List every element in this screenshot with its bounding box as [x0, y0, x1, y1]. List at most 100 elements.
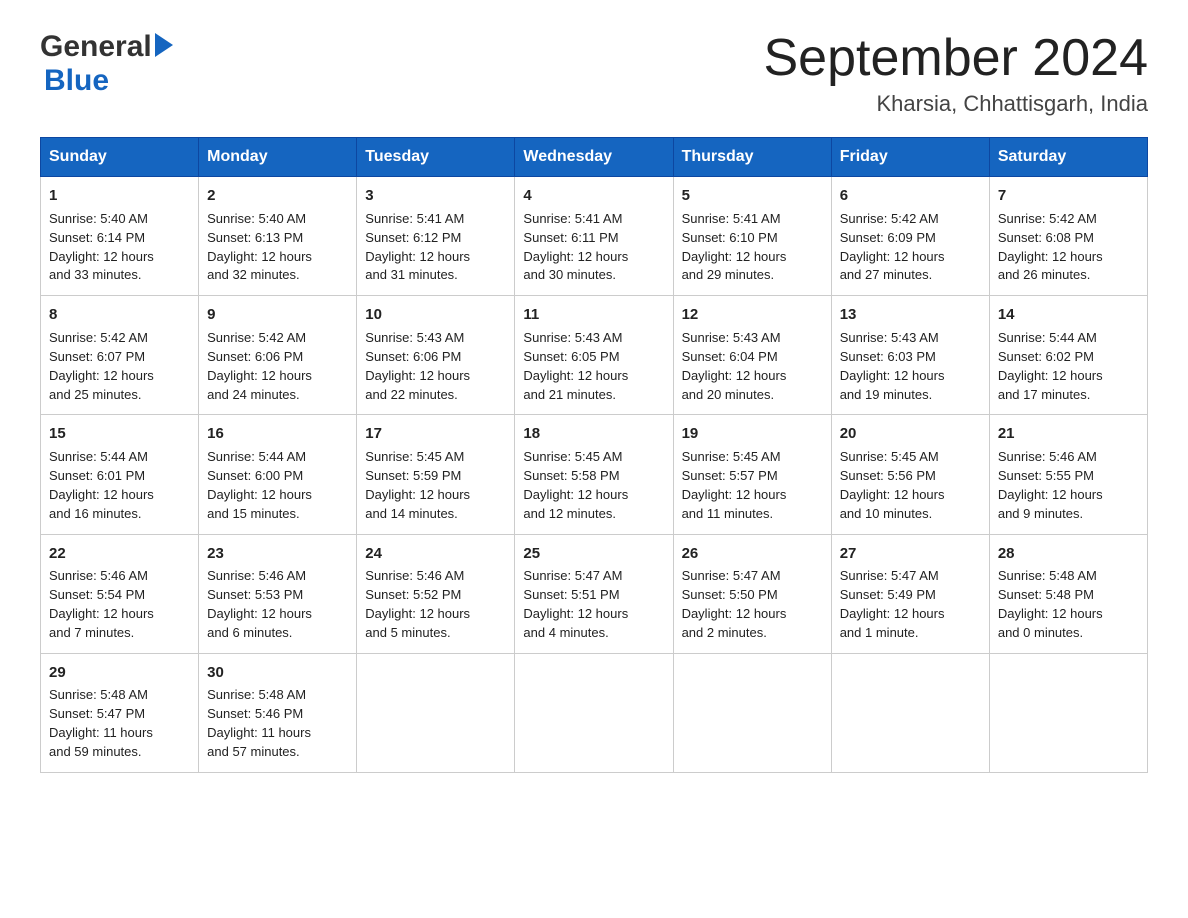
day-number: 27 [840, 543, 981, 565]
sunset-label: Sunset: 6:02 PM [998, 349, 1094, 364]
calendar-cell: 17Sunrise: 5:45 AMSunset: 5:59 PMDayligh… [357, 415, 515, 534]
calendar-cell [831, 653, 989, 772]
daylight-value: and 22 minutes. [365, 387, 458, 402]
sunset-label: Sunset: 6:01 PM [49, 468, 145, 483]
calendar-cell: 12Sunrise: 5:43 AMSunset: 6:04 PMDayligh… [673, 296, 831, 415]
daylight-label: Daylight: 12 hours [682, 249, 787, 264]
daylight-value: and 21 minutes. [523, 387, 616, 402]
sunrise-label: Sunrise: 5:48 AM [998, 568, 1097, 583]
daylight-value: and 15 minutes. [207, 506, 300, 521]
sunset-label: Sunset: 6:05 PM [523, 349, 619, 364]
daylight-value: and 0 minutes. [998, 625, 1083, 640]
daylight-value: and 14 minutes. [365, 506, 458, 521]
calendar-cell [357, 653, 515, 772]
daylight-value: and 6 minutes. [207, 625, 292, 640]
calendar-cell: 7Sunrise: 5:42 AMSunset: 6:08 PMDaylight… [989, 177, 1147, 296]
sunrise-label: Sunrise: 5:48 AM [207, 687, 306, 702]
sunset-label: Sunset: 6:11 PM [523, 230, 618, 245]
logo-arrow-icon [155, 33, 173, 57]
day-number: 16 [207, 423, 348, 445]
sunrise-label: Sunrise: 5:48 AM [49, 687, 148, 702]
daylight-label: Daylight: 12 hours [682, 368, 787, 383]
calendar-cell: 13Sunrise: 5:43 AMSunset: 6:03 PMDayligh… [831, 296, 989, 415]
sunrise-label: Sunrise: 5:42 AM [49, 330, 148, 345]
daylight-label: Daylight: 12 hours [49, 249, 154, 264]
page-header: General Blue September 2024 Kharsia, Chh… [40, 30, 1148, 117]
location-subtitle: Kharsia, Chhattisgarh, India [764, 91, 1149, 117]
sunrise-label: Sunrise: 5:40 AM [207, 211, 306, 226]
daylight-label: Daylight: 12 hours [523, 368, 628, 383]
day-number: 26 [682, 543, 823, 565]
daylight-value: and 31 minutes. [365, 267, 458, 282]
daylight-value: and 7 minutes. [49, 625, 134, 640]
calendar-cell: 21Sunrise: 5:46 AMSunset: 5:55 PMDayligh… [989, 415, 1147, 534]
logo-blue-text: Blue [44, 64, 109, 97]
calendar-week-row: 29Sunrise: 5:48 AMSunset: 5:47 PMDayligh… [41, 653, 1148, 772]
daylight-label: Daylight: 12 hours [840, 368, 945, 383]
daylight-label: Daylight: 12 hours [207, 249, 312, 264]
daylight-label: Daylight: 12 hours [49, 368, 154, 383]
daylight-value: and 25 minutes. [49, 387, 142, 402]
calendar-cell: 9Sunrise: 5:42 AMSunset: 6:06 PMDaylight… [199, 296, 357, 415]
calendar-cell: 23Sunrise: 5:46 AMSunset: 5:53 PMDayligh… [199, 534, 357, 653]
day-number: 1 [49, 185, 190, 207]
calendar-cell: 15Sunrise: 5:44 AMSunset: 6:01 PMDayligh… [41, 415, 199, 534]
daylight-value: and 12 minutes. [523, 506, 616, 521]
day-number: 30 [207, 662, 348, 684]
sunrise-label: Sunrise: 5:45 AM [523, 449, 622, 464]
daylight-value: and 59 minutes. [49, 744, 142, 759]
daylight-label: Daylight: 12 hours [523, 487, 628, 502]
sunset-label: Sunset: 5:46 PM [207, 706, 303, 721]
day-number: 11 [523, 304, 664, 326]
daylight-label: Daylight: 12 hours [682, 606, 787, 621]
weekday-header-tuesday: Tuesday [357, 138, 515, 177]
daylight-value: and 4 minutes. [523, 625, 608, 640]
sunset-label: Sunset: 5:48 PM [998, 587, 1094, 602]
day-number: 6 [840, 185, 981, 207]
sunrise-label: Sunrise: 5:46 AM [207, 568, 306, 583]
day-number: 8 [49, 304, 190, 326]
sunset-label: Sunset: 5:53 PM [207, 587, 303, 602]
day-number: 25 [523, 543, 664, 565]
day-number: 17 [365, 423, 506, 445]
daylight-value: and 19 minutes. [840, 387, 933, 402]
calendar-cell [515, 653, 673, 772]
sunrise-label: Sunrise: 5:41 AM [682, 211, 781, 226]
month-year-title: September 2024 [764, 30, 1149, 87]
sunrise-label: Sunrise: 5:46 AM [365, 568, 464, 583]
day-number: 4 [523, 185, 664, 207]
calendar-cell: 24Sunrise: 5:46 AMSunset: 5:52 PMDayligh… [357, 534, 515, 653]
sunset-label: Sunset: 5:49 PM [840, 587, 936, 602]
daylight-value: and 2 minutes. [682, 625, 767, 640]
daylight-label: Daylight: 12 hours [365, 487, 470, 502]
sunrise-label: Sunrise: 5:43 AM [365, 330, 464, 345]
day-number: 7 [998, 185, 1139, 207]
day-number: 18 [523, 423, 664, 445]
sunset-label: Sunset: 5:58 PM [523, 468, 619, 483]
sunset-label: Sunset: 6:08 PM [998, 230, 1094, 245]
calendar-cell: 1Sunrise: 5:40 AMSunset: 6:14 PMDaylight… [41, 177, 199, 296]
daylight-value: and 57 minutes. [207, 744, 300, 759]
daylight-value: and 9 minutes. [998, 506, 1083, 521]
daylight-label: Daylight: 12 hours [840, 487, 945, 502]
sunrise-label: Sunrise: 5:45 AM [682, 449, 781, 464]
daylight-value: and 29 minutes. [682, 267, 775, 282]
calendar-cell: 3Sunrise: 5:41 AMSunset: 6:12 PMDaylight… [357, 177, 515, 296]
daylight-label: Daylight: 12 hours [523, 249, 628, 264]
sunrise-label: Sunrise: 5:44 AM [49, 449, 148, 464]
weekday-header-saturday: Saturday [989, 138, 1147, 177]
day-number: 14 [998, 304, 1139, 326]
sunset-label: Sunset: 5:52 PM [365, 587, 461, 602]
daylight-value: and 20 minutes. [682, 387, 775, 402]
daylight-label: Daylight: 12 hours [523, 606, 628, 621]
daylight-label: Daylight: 12 hours [49, 606, 154, 621]
day-number: 22 [49, 543, 190, 565]
sunset-label: Sunset: 6:09 PM [840, 230, 936, 245]
weekday-header-row: SundayMondayTuesdayWednesdayThursdayFrid… [41, 138, 1148, 177]
calendar-cell: 19Sunrise: 5:45 AMSunset: 5:57 PMDayligh… [673, 415, 831, 534]
sunrise-label: Sunrise: 5:45 AM [840, 449, 939, 464]
calendar-cell [673, 653, 831, 772]
daylight-value: and 27 minutes. [840, 267, 933, 282]
daylight-label: Daylight: 11 hours [207, 725, 311, 740]
sunset-label: Sunset: 5:56 PM [840, 468, 936, 483]
